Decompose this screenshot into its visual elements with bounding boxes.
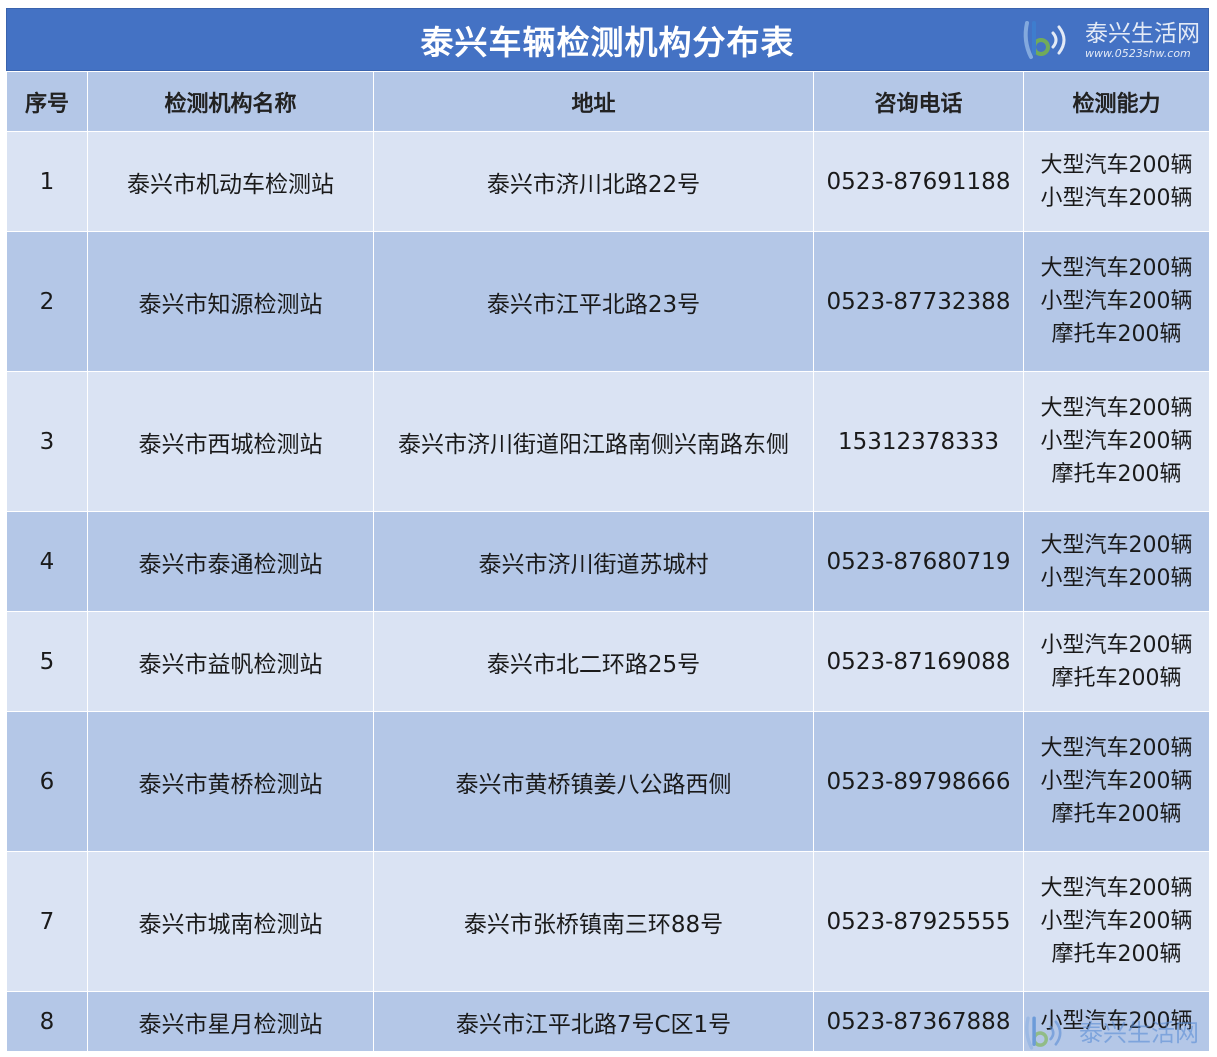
- cell-capability: 大型汽车200辆 小型汽车200辆 摩托车200辆: [1023, 231, 1210, 372]
- header-address: 地址: [373, 71, 814, 132]
- title-bar: 泰兴车辆检测机构分布表 泰兴生活网 www.0523shw.com: [6, 8, 1209, 71]
- table-row: 6 泰兴市黄桥检测站 泰兴市黄桥镇姜八公路西侧 0523-89798666 大型汽车20…: [6, 711, 1210, 852]
- capability-line: 小型汽车200辆: [1040, 909, 1193, 934]
- page-title: 泰兴车辆检测机构分布表: [420, 22, 795, 62]
- table-row: 4 泰兴市泰通检测站 泰兴市济川街道苏城村 0523-87680719 大型汽车200辆…: [6, 511, 1210, 612]
- table-row: 5 泰兴市益帆检测站 泰兴市北二环路25号 0523-87169088 小型汽车200辆…: [6, 611, 1210, 712]
- table-body: 1 泰兴市机动车检测站 泰兴市济川北路22号 0523-87691188 大型汽车200…: [6, 131, 1210, 1052]
- capability-line: 摩托车200辆: [1051, 942, 1182, 967]
- cell-name: 泰兴市黄桥检测站: [87, 711, 374, 852]
- cell-name: 泰兴市机动车检测站: [87, 131, 374, 232]
- capability-line: 摩托车200辆: [1051, 665, 1182, 691]
- watermark-brand: 泰兴生活网: [1079, 1019, 1199, 1047]
- cell-address: 泰兴市江平北路23号: [373, 231, 814, 372]
- cell-address: 泰兴市北二环路25号: [373, 611, 814, 712]
- cell-phone: 0523-87367888: [813, 991, 1024, 1052]
- capability-line: 小型汽车200辆: [1040, 185, 1193, 211]
- cell-phone: 15312378333: [813, 371, 1024, 512]
- header-name: 检测机构名称: [87, 71, 374, 132]
- cell-phone: 0523-89798666: [813, 711, 1024, 852]
- watermark-url: www.0523shw.com: [1085, 46, 1191, 60]
- table-row: 2 泰兴市知源检测站 泰兴市江平北路23号 0523-87732388 大型汽车200辆…: [6, 231, 1210, 372]
- cell-capability: 大型汽车200辆 小型汽车200辆 摩托车200辆: [1023, 371, 1210, 512]
- cell-address: 泰兴市济川街道苏城村: [373, 511, 814, 612]
- capability-line: 摩托车200辆: [1051, 802, 1182, 827]
- header-phone: 咨询电话: [813, 71, 1024, 132]
- signal-logo-icon: [1025, 1016, 1062, 1050]
- capability-line: 小型汽车200辆: [1040, 289, 1193, 314]
- cell-capability: 大型汽车200辆 小型汽车200辆 摩托车200辆: [1023, 851, 1210, 992]
- capability-line: 小型汽车200辆: [1040, 565, 1193, 591]
- cell-no: 2: [6, 231, 88, 372]
- header-row: 序号 检测机构名称 地址 咨询电话 检测能力: [6, 71, 1210, 132]
- capability-line: 大型汽车200辆: [1040, 256, 1193, 281]
- watermark-bottom: 泰兴生活网: [1021, 1013, 1199, 1053]
- cell-name: 泰兴市知源检测站: [87, 231, 374, 372]
- capability-line: 大型汽车200辆: [1040, 876, 1193, 901]
- cell-name: 泰兴市星月检测站: [87, 991, 374, 1052]
- watermark-brand: 泰兴生活网: [1085, 20, 1200, 47]
- cell-phone: 0523-87680719: [813, 511, 1024, 612]
- cell-phone: 0523-87169088: [813, 611, 1024, 712]
- capability-line: 大型汽车200辆: [1040, 152, 1193, 178]
- cell-address: 泰兴市济川北路22号: [373, 131, 814, 232]
- cell-phone: 0523-87732388: [813, 231, 1024, 372]
- capability-line: 摩托车200辆: [1051, 462, 1182, 487]
- cell-no: 5: [6, 611, 88, 712]
- cell-no: 4: [6, 511, 88, 612]
- table-frame: 泰兴车辆检测机构分布表 泰兴生活网 www.0523shw.com 序号 检测机…: [6, 8, 1210, 1052]
- cell-capability: 大型汽车200辆 小型汽车200辆 摩托车200辆: [1023, 711, 1210, 852]
- header-capability: 检测能力: [1023, 71, 1210, 132]
- cell-name: 泰兴市泰通检测站: [87, 511, 374, 612]
- cell-no: 3: [6, 371, 88, 512]
- table-row: 3 泰兴市西城检测站 泰兴市济川街道阳江路南侧兴南路东侧 15312378333 大型汽…: [6, 371, 1210, 512]
- capability-line: 大型汽车200辆: [1040, 396, 1193, 421]
- inspection-table: 序号 检测机构名称 地址 咨询电话 检测能力 1 泰兴市机动车检测站 泰兴市济川北路…: [6, 71, 1210, 1052]
- cell-name: 泰兴市西城检测站: [87, 371, 374, 512]
- cell-no: 1: [6, 131, 88, 232]
- cell-capability: 大型汽车200辆 小型汽车200辆: [1023, 511, 1210, 612]
- capability-line: 小型汽车200辆: [1040, 632, 1193, 658]
- table-row: 1 泰兴市机动车检测站 泰兴市济川北路22号 0523-87691188 大型汽车200…: [6, 131, 1210, 232]
- header-no: 序号: [6, 71, 88, 132]
- cell-capability: 大型汽车200辆 小型汽车200辆: [1023, 131, 1210, 232]
- capability-line: 大型汽车200辆: [1040, 532, 1193, 558]
- cell-no: 7: [6, 851, 88, 992]
- cell-address: 泰兴市黄桥镇姜八公路西侧: [373, 711, 814, 852]
- cell-no: 8: [6, 991, 88, 1052]
- capability-line: 大型汽车200辆: [1040, 736, 1193, 761]
- cell-phone: 0523-87691188: [813, 131, 1024, 232]
- cell-no: 6: [6, 711, 88, 852]
- cell-phone: 0523-87925555: [813, 851, 1024, 992]
- watermark-top: 泰兴生活网 www.0523shw.com: [1019, 14, 1200, 66]
- cell-name: 泰兴市城南检测站: [87, 851, 374, 992]
- cell-address: 泰兴市江平北路7号C区1号: [373, 991, 814, 1052]
- cell-capability: 小型汽车200辆 摩托车200辆: [1023, 611, 1210, 712]
- table-row: 7 泰兴市城南检测站 泰兴市张桥镇南三环88号 0523-87925555 大型汽车20…: [6, 851, 1210, 992]
- cell-address: 泰兴市济川街道阳江路南侧兴南路东侧: [373, 371, 814, 512]
- capability-line: 小型汽车200辆: [1040, 769, 1193, 794]
- signal-logo-icon: [1023, 21, 1066, 59]
- capability-line: 摩托车200辆: [1051, 322, 1182, 347]
- cell-name: 泰兴市益帆检测站: [87, 611, 374, 712]
- capability-line: 小型汽车200辆: [1040, 429, 1193, 454]
- cell-address: 泰兴市张桥镇南三环88号: [373, 851, 814, 992]
